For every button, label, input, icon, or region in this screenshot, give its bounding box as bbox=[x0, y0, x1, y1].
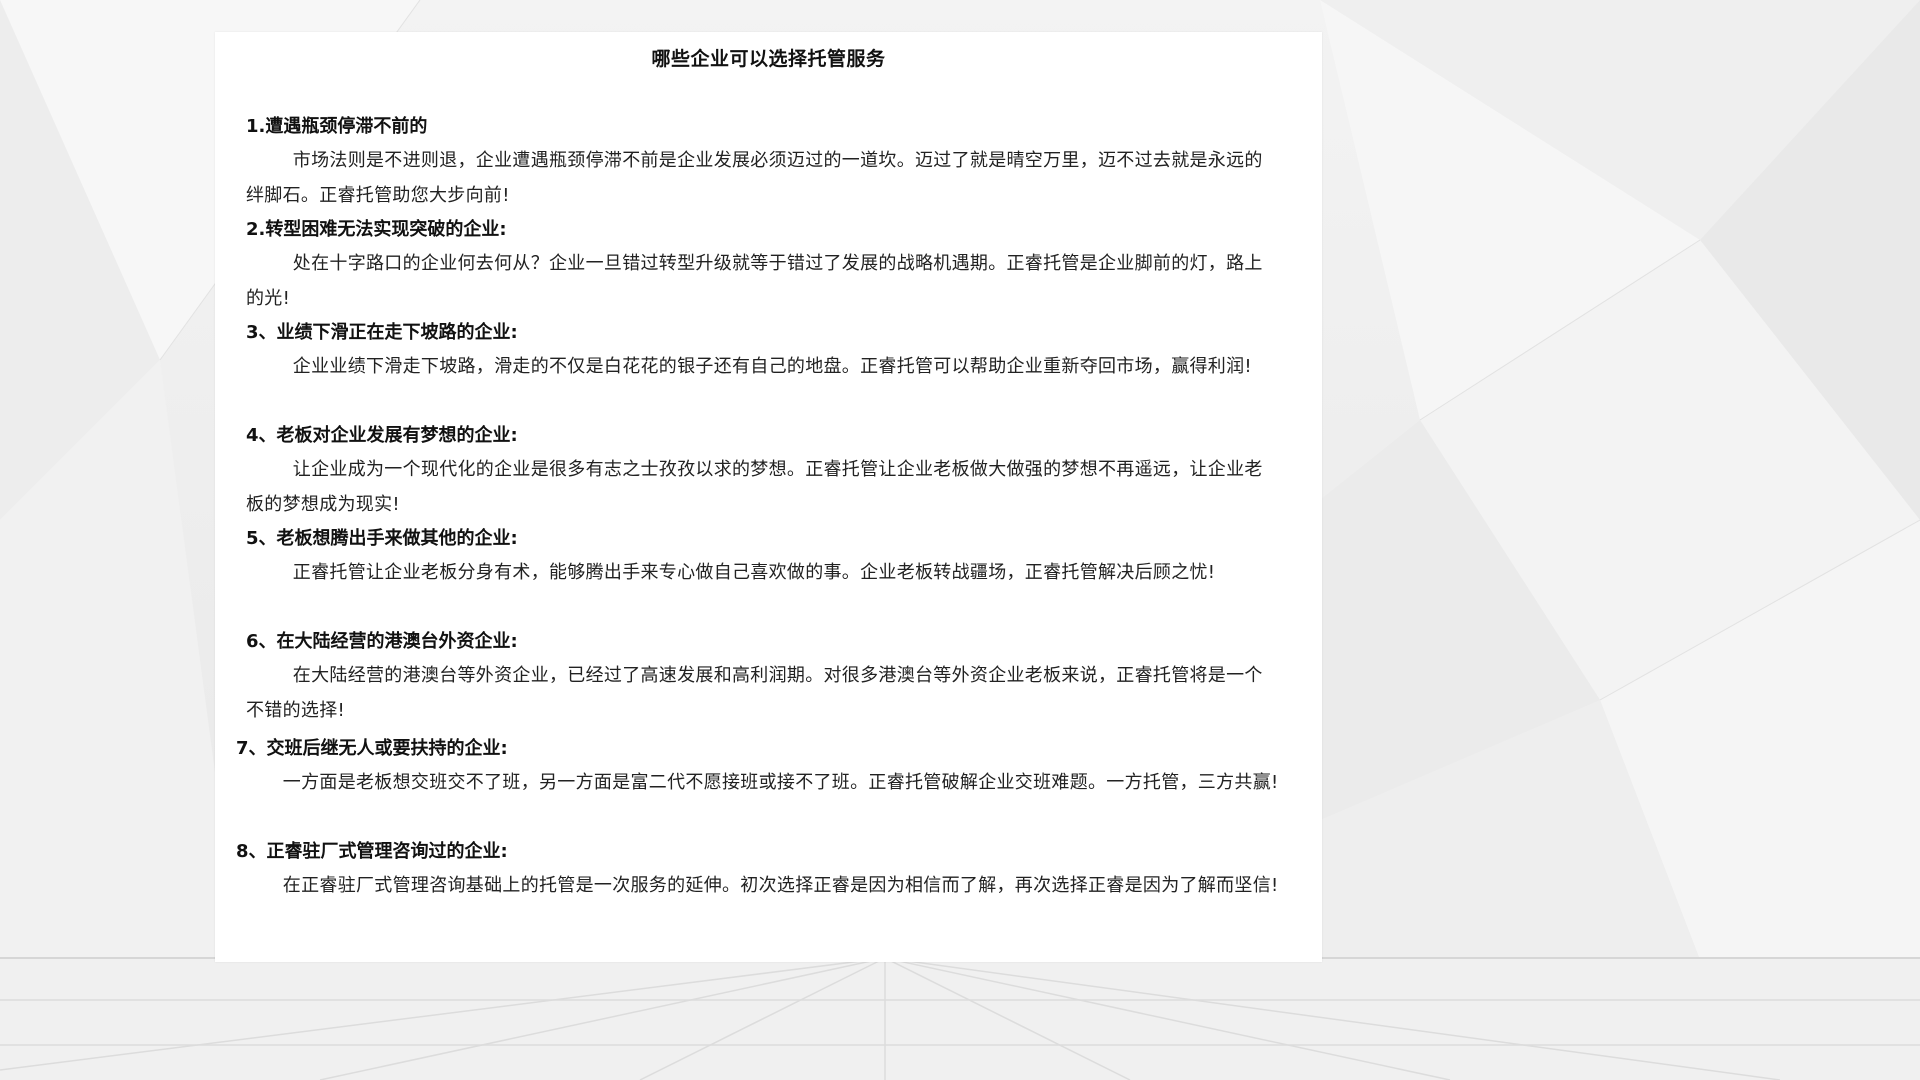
section-body: 在大陆经营的港澳台等外资企业，已经过了高速发展和高利润期。对很多港澳台等外资企业… bbox=[246, 665, 1263, 721]
section-2: 2.转型困难无法实现突破的企业: 处在十字路口的企业何去何从？企业一旦错过转型升… bbox=[246, 213, 1276, 316]
section-body: 市场法则是不进则退，企业遭遇瓶颈停滞不前是企业发展必须迈过的一道坎。迈过了就是晴… bbox=[246, 150, 1263, 206]
section-heading: 8、正睿驻厂式管理咨询过的企业: bbox=[236, 841, 508, 862]
section-heading: 7、交班后继无人或要扶持的企业: bbox=[236, 738, 508, 759]
section-heading: 2.转型困难无法实现突破的企业: bbox=[246, 219, 507, 240]
section-body: 正睿托管让企业老板分身有术，能够腾出手来专心做自己喜欢做的事。企业老板转战疆场，… bbox=[292, 562, 1216, 583]
document-panel: 哪些企业可以选择托管服务 1.遭遇瓶颈停滞不前的 市场法则是不进则退，企业遭遇瓶… bbox=[215, 32, 1322, 962]
section-5: 5、老板想腾出手来做其他的企业: 正睿托管让企业老板分身有术，能够腾出手来专心做… bbox=[246, 522, 1276, 591]
section-heading: 3、业绩下滑正在走下坡路的企业: bbox=[246, 322, 518, 343]
section-6: 6、在大陆经营的港澳台外资企业: 在大陆经营的港澳台等外资企业，已经过了高速发展… bbox=[246, 625, 1276, 728]
section-3: 3、业绩下滑正在走下坡路的企业: 企业业绩下滑走下坡路，滑走的不仅是白花花的银子… bbox=[246, 316, 1276, 385]
document-title: 哪些企业可以选择托管服务 bbox=[651, 48, 886, 70]
section-8: 8、正睿驻厂式管理咨询过的企业: 在正睿驻厂式管理咨询基础上的托管是一次服务的延… bbox=[236, 835, 1279, 904]
section-heading: 6、在大陆经营的港澳台外资企业: bbox=[246, 631, 518, 652]
section-4: 4、老板对企业发展有梦想的企业: 让企业成为一个现代化的企业是很多有志之士孜孜以… bbox=[246, 419, 1276, 522]
section-heading: 4、老板对企业发展有梦想的企业: bbox=[246, 425, 518, 446]
section-7: 7、交班后继无人或要扶持的企业: 一方面是老板想交班交不了班，另一方面是富二代不… bbox=[236, 732, 1279, 801]
section-1: 1.遭遇瓶颈停滞不前的 市场法则是不进则退，企业遭遇瓶颈停滞不前是企业发展必须迈… bbox=[246, 110, 1276, 213]
section-heading: 5、老板想腾出手来做其他的企业: bbox=[246, 528, 518, 549]
section-body: 在正睿驻厂式管理咨询基础上的托管是一次服务的延伸。初次选择正睿是因为相信而了解，… bbox=[282, 875, 1279, 896]
section-body: 企业业绩下滑走下坡路，滑走的不仅是白花花的银子还有自己的地盘。正睿托管可以帮助企… bbox=[292, 356, 1252, 377]
section-body: 一方面是老板想交班交不了班，另一方面是富二代不愿接班或接不了班。正睿托管破解企业… bbox=[282, 772, 1279, 793]
section-body: 让企业成为一个现代化的企业是很多有志之士孜孜以求的梦想。正睿托管让企业老板做大做… bbox=[246, 459, 1263, 515]
section-heading: 1.遭遇瓶颈停滞不前的 bbox=[246, 116, 428, 137]
section-body: 处在十字路口的企业何去何从？企业一旦错过转型升级就等于错过了发展的战略机遇期。正… bbox=[246, 253, 1263, 309]
